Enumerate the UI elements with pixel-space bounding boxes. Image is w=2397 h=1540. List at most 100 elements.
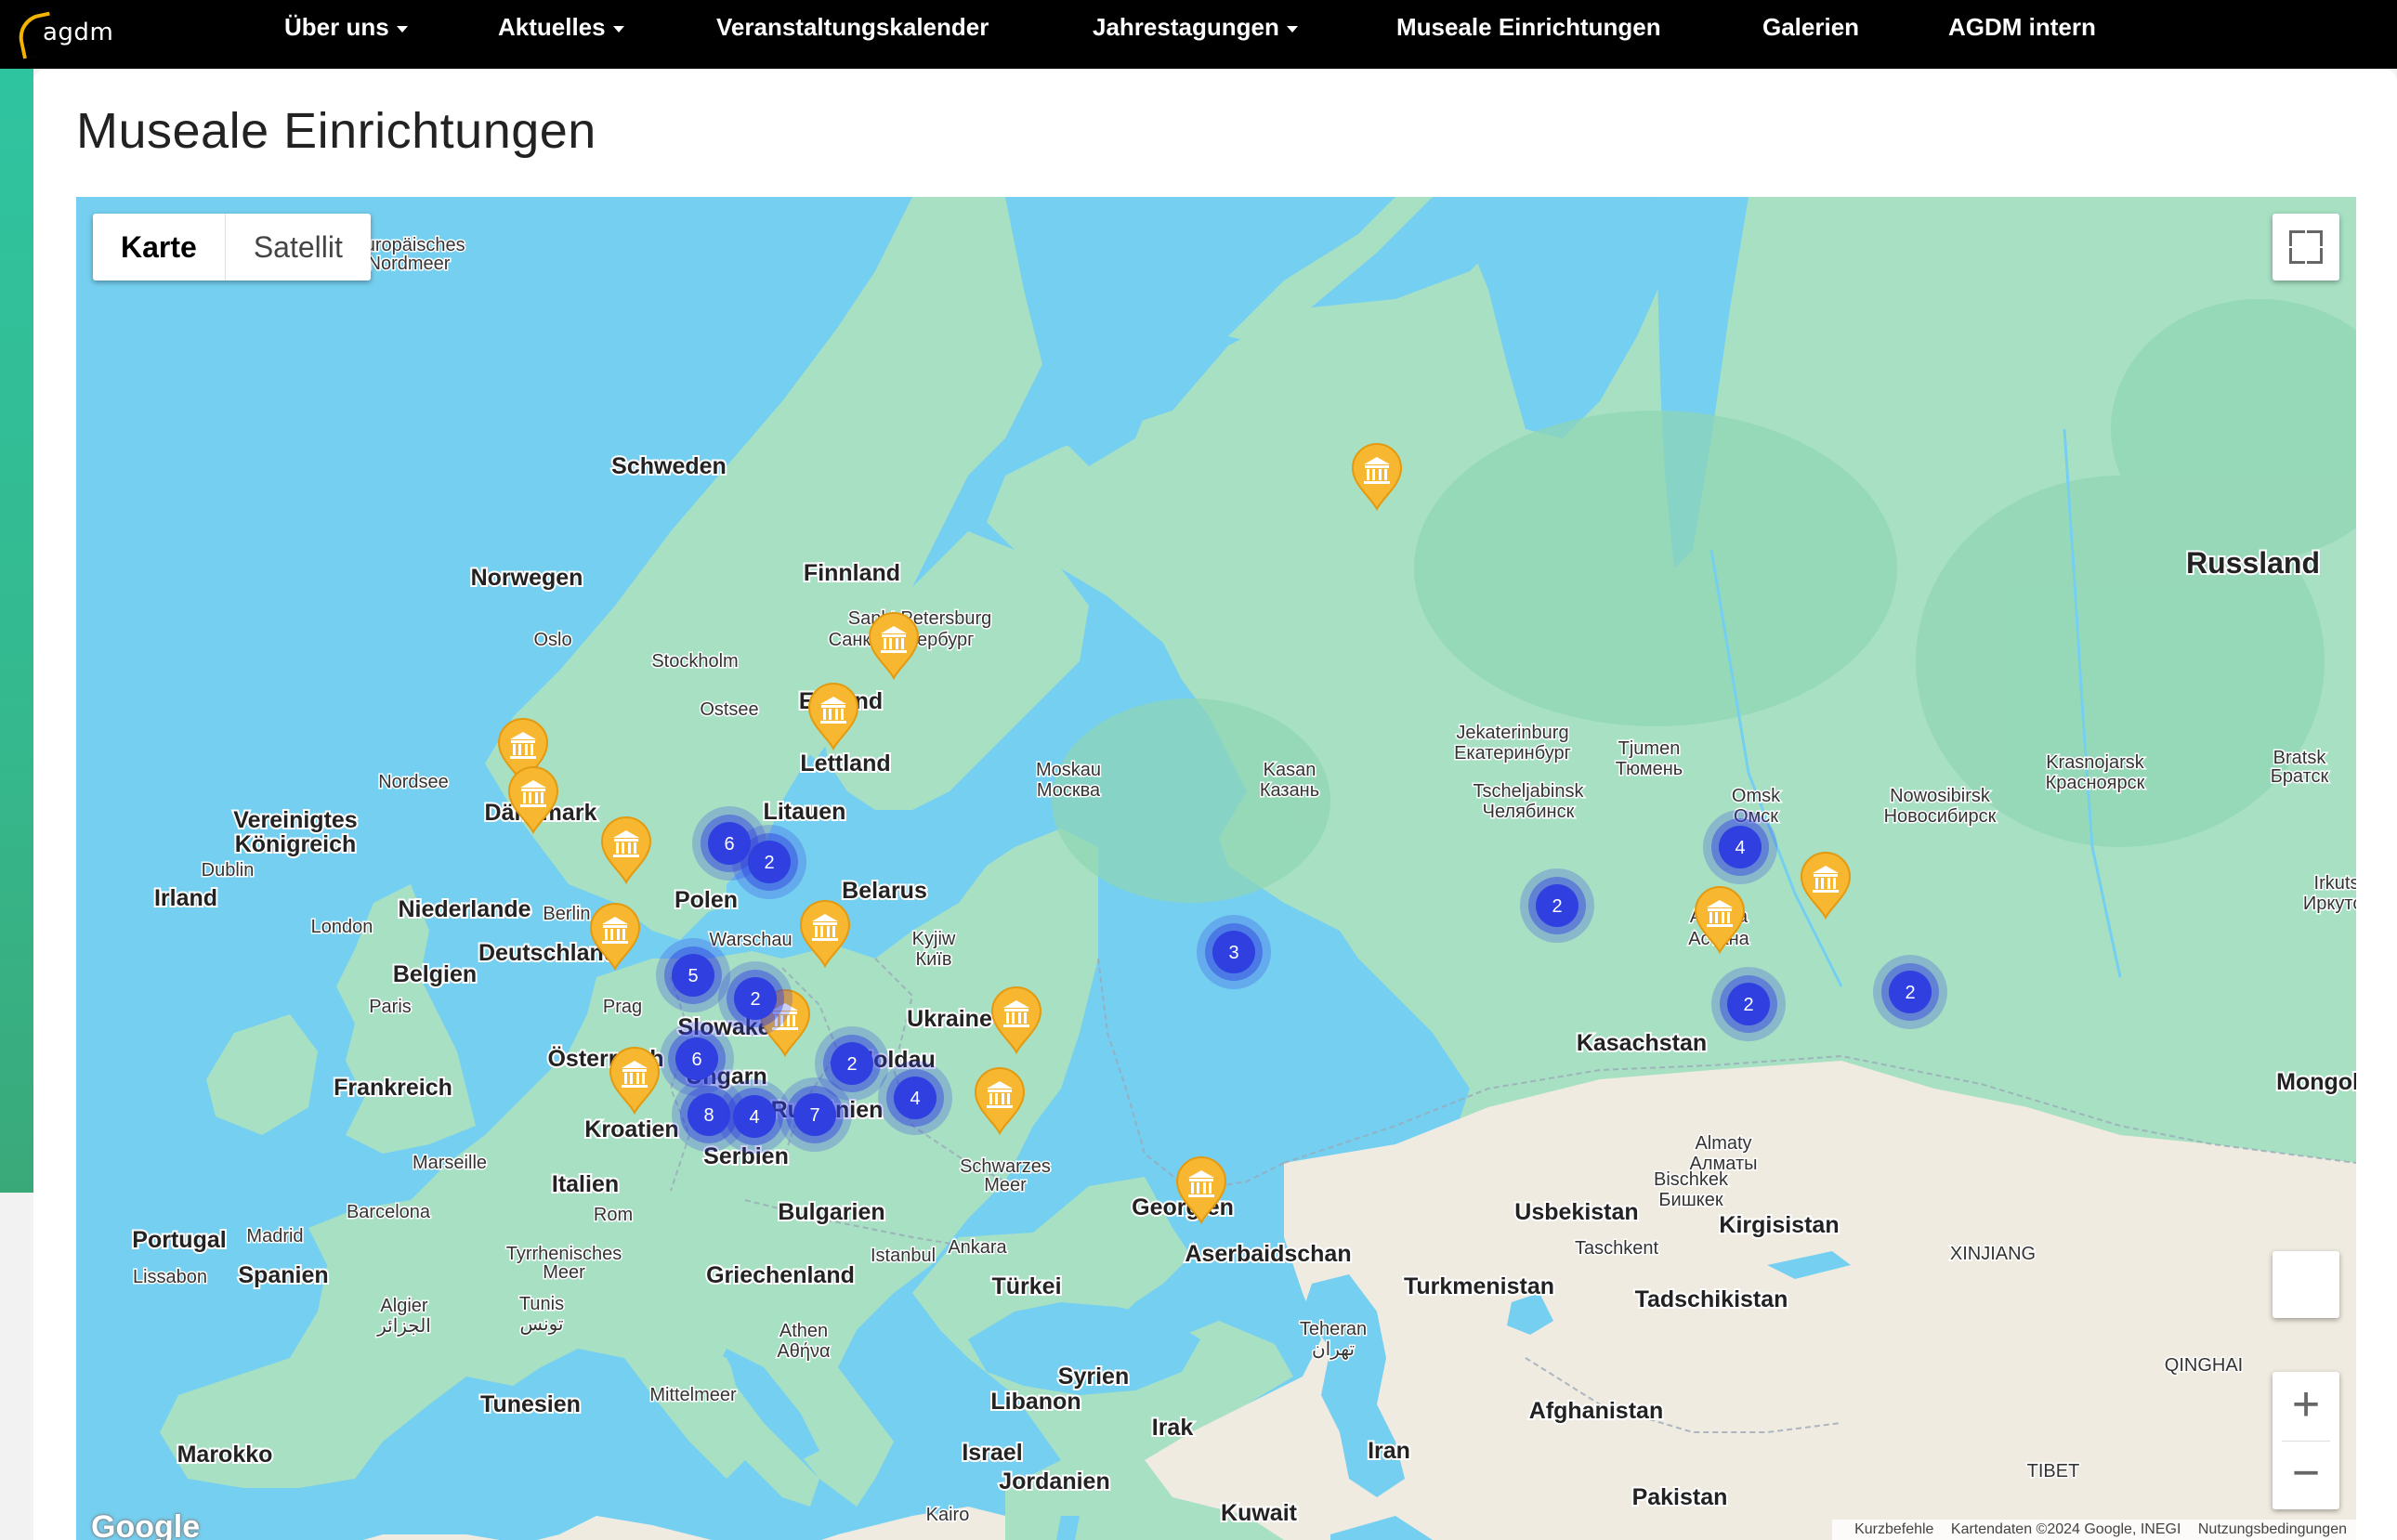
city-label: Тюмень (1616, 759, 1683, 779)
nav-item-ueber-uns[interactable]: Über uns (284, 0, 408, 56)
attribution-map-data: Kartendaten ©2024 Google, INEGI (1950, 1521, 2181, 1537)
nav-label: Aktuelles (498, 13, 606, 41)
map-container[interactable]: Russland Schweden Finnland Norwegen Lettland… (76, 197, 2356, 1540)
nav-item-agdm-intern[interactable]: AGDM intern (1948, 0, 2096, 56)
city-label: Paris (369, 997, 412, 1017)
marker-cluster[interactable]: 3 (1197, 915, 1271, 989)
marker-cluster[interactable]: 2 (1873, 955, 1947, 1029)
nav-item-jahrestagungen[interactable]: Jahrestagungen (1093, 0, 1298, 56)
city-label: TIBET (2027, 1461, 2080, 1481)
street-view-pegman-button[interactable] (2273, 1251, 2339, 1318)
caret-down-icon (1286, 25, 1298, 33)
country-label: Lettland (800, 750, 890, 777)
nav-item-galerien[interactable]: Galerien (1762, 0, 1859, 56)
country-label: Ukraine (907, 1006, 992, 1032)
attribution-terms-link[interactable]: Nutzungsbedingungen (2198, 1521, 2347, 1537)
country-label: Jordanien (999, 1468, 1109, 1494)
map-base-layer: Russland Schweden Finnland Norwegen Lettland… (76, 197, 2356, 1540)
nav-label: Jahrestagungen (1093, 13, 1279, 41)
country-label: Bulgarien (778, 1199, 884, 1225)
cluster-count: 2 (846, 1054, 857, 1075)
country-label: Irland (154, 885, 217, 911)
page-accent-strip (0, 69, 33, 1193)
marker-cluster[interactable]: 2 (732, 825, 806, 899)
cluster-count: 8 (703, 1105, 714, 1126)
nav-label: Über uns (284, 13, 389, 41)
country-label: Kasachstan (1577, 1030, 1707, 1056)
marker-cluster[interactable]: 4 (878, 1061, 952, 1135)
country-label: Aserbaidschan (1185, 1241, 1351, 1267)
nav-label: Museale Einrichtungen (1396, 13, 1661, 41)
zoom-out-button[interactable]: − (2273, 1441, 2339, 1509)
country-label: Frankreich (334, 1075, 452, 1101)
country-label: Afghanistan (1529, 1398, 1663, 1424)
city-label: Челябинск (1483, 802, 1575, 822)
city-label: XINJIANG (1950, 1244, 2036, 1264)
country-label: Irak (1152, 1415, 1194, 1441)
nav-item-aktuelles[interactable]: Aktuelles (498, 0, 624, 56)
country-label: Usbekistan (1514, 1199, 1638, 1225)
city-label: Tyrrhenisches (506, 1244, 622, 1264)
city-label: Moskau (1036, 760, 1101, 780)
city-label: Kairo (926, 1505, 970, 1525)
cluster-count: 6 (691, 1050, 701, 1070)
fullscreen-icon (2289, 248, 2305, 264)
city-label: Algier (380, 1296, 427, 1316)
city-label: Dublin (202, 860, 255, 881)
city-label: Krasnojarsk (2046, 752, 2145, 773)
map-type-control: Karte Satellit (93, 214, 371, 281)
marker-cluster[interactable]: 2 (718, 961, 792, 1036)
city-label: Lissabon (133, 1267, 207, 1287)
city-label: Казань (1260, 780, 1319, 801)
city-label: Nowosibirsk (1890, 786, 1991, 806)
city-label: Jekaterinburg (1456, 723, 1568, 743)
country-label: Italien (552, 1171, 619, 1197)
marker-cluster[interactable]: 4 (1703, 810, 1777, 884)
country-label: Polen (675, 887, 738, 913)
country-label: Turkmenistan (1404, 1273, 1554, 1299)
cluster-count: 2 (764, 853, 774, 873)
city-label: Stockholm (651, 651, 738, 672)
page-title: Museale Einrichtungen (76, 103, 596, 159)
marker-cluster[interactable]: 2 (1520, 868, 1594, 943)
city-label: Tscheljabinsk (1474, 781, 1585, 802)
nav-label: Veranstaltungskalender (716, 13, 989, 41)
nav-item-museale-einrichtungen[interactable]: Museale Einrichtungen (1396, 0, 1661, 56)
city-label: Αθήνα (777, 1341, 830, 1362)
city-label: Київ (915, 949, 951, 970)
city-label: Meer (984, 1175, 1027, 1195)
map-type-satellit-button[interactable]: Satellit (226, 214, 371, 281)
country-label: Libanon (990, 1389, 1081, 1415)
cluster-count: 6 (724, 834, 734, 855)
city-label: Москва (1037, 780, 1101, 801)
city-label: Prag (603, 997, 642, 1017)
city-label: Athen (779, 1321, 828, 1341)
cluster-count: 2 (750, 989, 760, 1010)
cluster-count: 2 (1552, 896, 1562, 917)
country-label: Litauen (764, 799, 846, 825)
marker-cluster[interactable]: 2 (1711, 967, 1786, 1041)
attribution-shortcuts-link[interactable]: Kurzbefehle (1854, 1521, 1933, 1537)
map-type-karte-button[interactable]: Karte (93, 214, 226, 281)
country-label: Vereinigtes (233, 807, 357, 833)
marker-cluster[interactable]: 2 (815, 1026, 889, 1101)
zoom-in-button[interactable]: + (2273, 1372, 2339, 1441)
country-label: Finnland (804, 560, 900, 586)
country-label: Griechenland (706, 1262, 855, 1288)
country-label: Kirgisistan (1719, 1212, 1839, 1238)
caret-down-icon (396, 25, 408, 33)
city-label: QINGHAI (2165, 1355, 2243, 1376)
city-label: Oslo (533, 630, 571, 650)
city-label: Barcelona (347, 1202, 431, 1222)
city-label: Kyjiw (912, 929, 956, 949)
nav-item-veranstaltungskalender[interactable]: Veranstaltungskalender (716, 0, 989, 56)
cluster-count: 5 (688, 966, 698, 986)
country-label: Belgien (393, 961, 477, 987)
city-label: Братск (2271, 766, 2329, 787)
country-label: Marokko (177, 1442, 273, 1468)
fullscreen-button[interactable] (2273, 214, 2339, 281)
country-label: Spanien (238, 1262, 328, 1288)
city-label: Teheran (1300, 1319, 1367, 1339)
city-label: Бишкек (1658, 1190, 1722, 1210)
city-label: Ostsee (700, 699, 758, 720)
